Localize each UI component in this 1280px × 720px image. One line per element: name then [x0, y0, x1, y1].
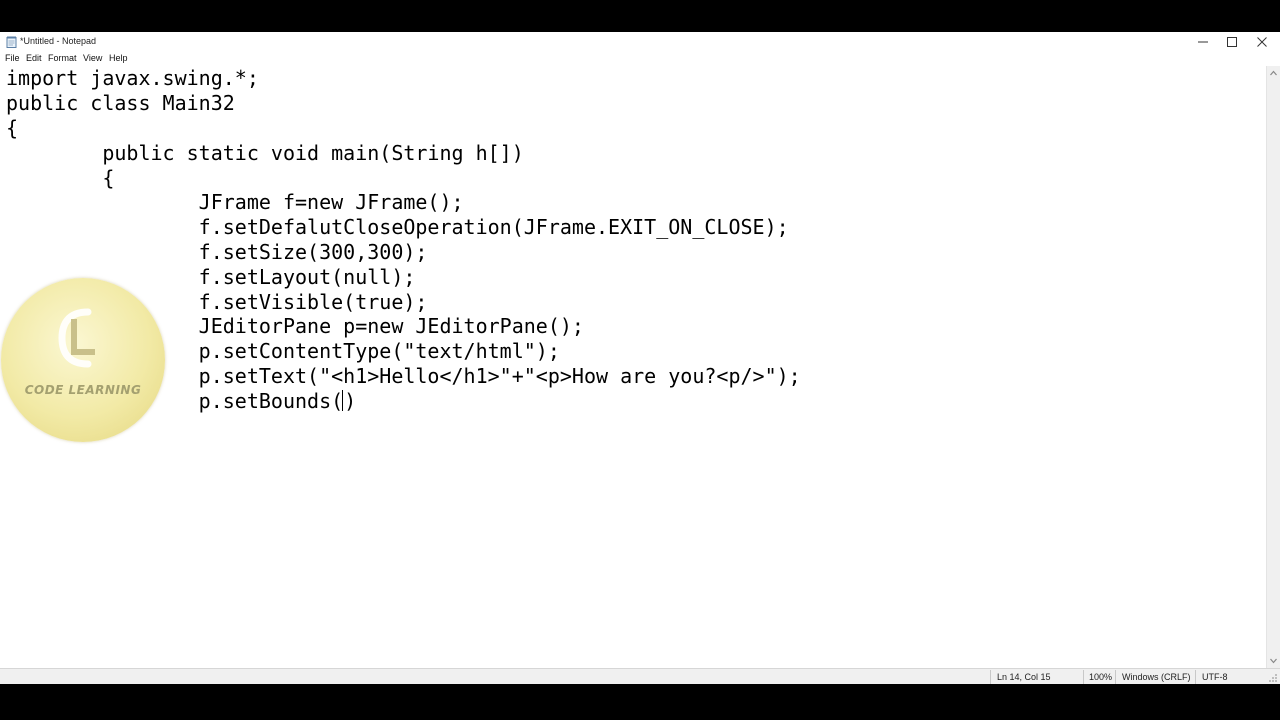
code-line: f.setDefalutCloseOperation(JFrame.EXIT_O… [6, 215, 789, 239]
code-learning-logo: CODE LEARNING [1, 278, 165, 442]
scroll-up-icon[interactable] [1267, 68, 1280, 78]
window-title: *Untitled - Notepad [20, 36, 97, 46]
status-divider [1195, 670, 1196, 684]
status-line-ending: Windows (CRLF) [1122, 672, 1191, 682]
logo-mark-icon [58, 308, 95, 368]
status-divider [1115, 670, 1116, 684]
status-divider [990, 670, 991, 684]
code-after-caret: ) [344, 389, 357, 413]
menu-bar: File Edit Format View Help [0, 51, 1280, 66]
code-line: JFrame f=new JFrame(); [6, 190, 464, 214]
close-icon [1257, 36, 1267, 47]
code-line: import javax.swing.*; [6, 66, 259, 90]
notepad-window: *Untitled - Notepad File Edit Format Vie… [0, 32, 1280, 684]
vertical-scrollbar[interactable] [1266, 66, 1280, 668]
notepad-icon [6, 35, 17, 48]
code-line: { [6, 166, 115, 190]
status-divider [1083, 670, 1084, 684]
menu-view[interactable]: View [83, 53, 102, 63]
text-editor[interactable]: import javax.swing.*; public class Main3… [0, 66, 1267, 668]
maximize-icon [1227, 36, 1237, 47]
close-button[interactable] [1247, 32, 1277, 51]
text-caret [342, 390, 344, 411]
title-bar[interactable]: *Untitled - Notepad [0, 32, 1280, 51]
code-line: f.setSize(300,300); [6, 240, 428, 264]
status-encoding: UTF-8 [1202, 672, 1228, 682]
code-line: { [6, 116, 19, 140]
menu-file[interactable]: File [5, 53, 20, 63]
minimize-button[interactable] [1188, 32, 1218, 51]
logo-text: CODE LEARNING [24, 383, 142, 397]
code-line: public class Main32 [6, 91, 235, 115]
status-zoom: 100% [1089, 672, 1113, 682]
code-line: public static void main(String h[]) [6, 141, 524, 165]
resize-grip-icon[interactable] [1268, 673, 1278, 683]
menu-format[interactable]: Format [48, 53, 77, 63]
status-position: Ln 14, Col 15 [997, 672, 1051, 682]
menu-help[interactable]: Help [109, 53, 128, 63]
status-bar: Ln 14, Col 15 100% Windows (CRLF) UTF-8 [0, 668, 1280, 684]
maximize-button[interactable] [1217, 32, 1247, 51]
minimize-icon [1198, 41, 1208, 42]
scroll-down-icon[interactable] [1267, 656, 1280, 666]
menu-edit[interactable]: Edit [26, 53, 42, 63]
